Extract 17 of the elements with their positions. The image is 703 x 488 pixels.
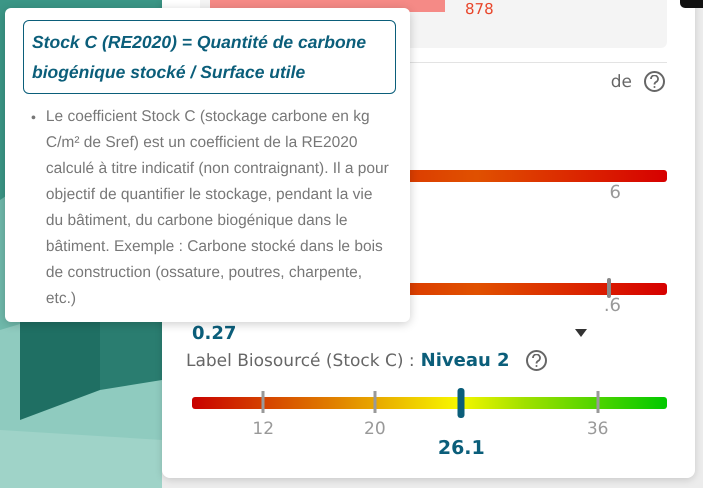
tooltip-text: Le coefficient Stock C (stockage carbone en kg C/m² de Sref) est un coefficient de la RE2020 calculé à titre indicatif (non contraignant). Il a pour objectif de quantifier le stockage, pendant la vie du bâtiment, du carbone biogénique dans le bâtiment. Exemple : Carbone stocké dans le bois de construction (ossature, poutres, charpente, etc.) <box>46 107 390 309</box>
help-icon[interactable] <box>644 71 665 92</box>
bullet-marker: • <box>31 108 36 127</box>
value-text: 878 <box>465 0 494 18</box>
tick-label: 36 <box>586 419 608 439</box>
marker-value: 26.1 <box>438 437 485 459</box>
level-value: Niveau 2 <box>420 350 510 371</box>
value-text: 0.27 <box>192 322 236 344</box>
scale-value: 6 <box>610 182 621 203</box>
label-text: Label Biosourcé (Stock C) : <box>186 350 415 370</box>
scale-value: .6 <box>604 295 621 316</box>
formula-text: Stock C (RE2020) = Quantité de carbone biogénique stocké / Surface utile <box>23 20 396 94</box>
heading-text: de <box>610 72 632 92</box>
tick-label: 12 <box>252 419 274 439</box>
caret-icon[interactable] <box>575 329 587 337</box>
tick-label: 20 <box>364 419 386 439</box>
help-icon[interactable] <box>526 350 547 371</box>
